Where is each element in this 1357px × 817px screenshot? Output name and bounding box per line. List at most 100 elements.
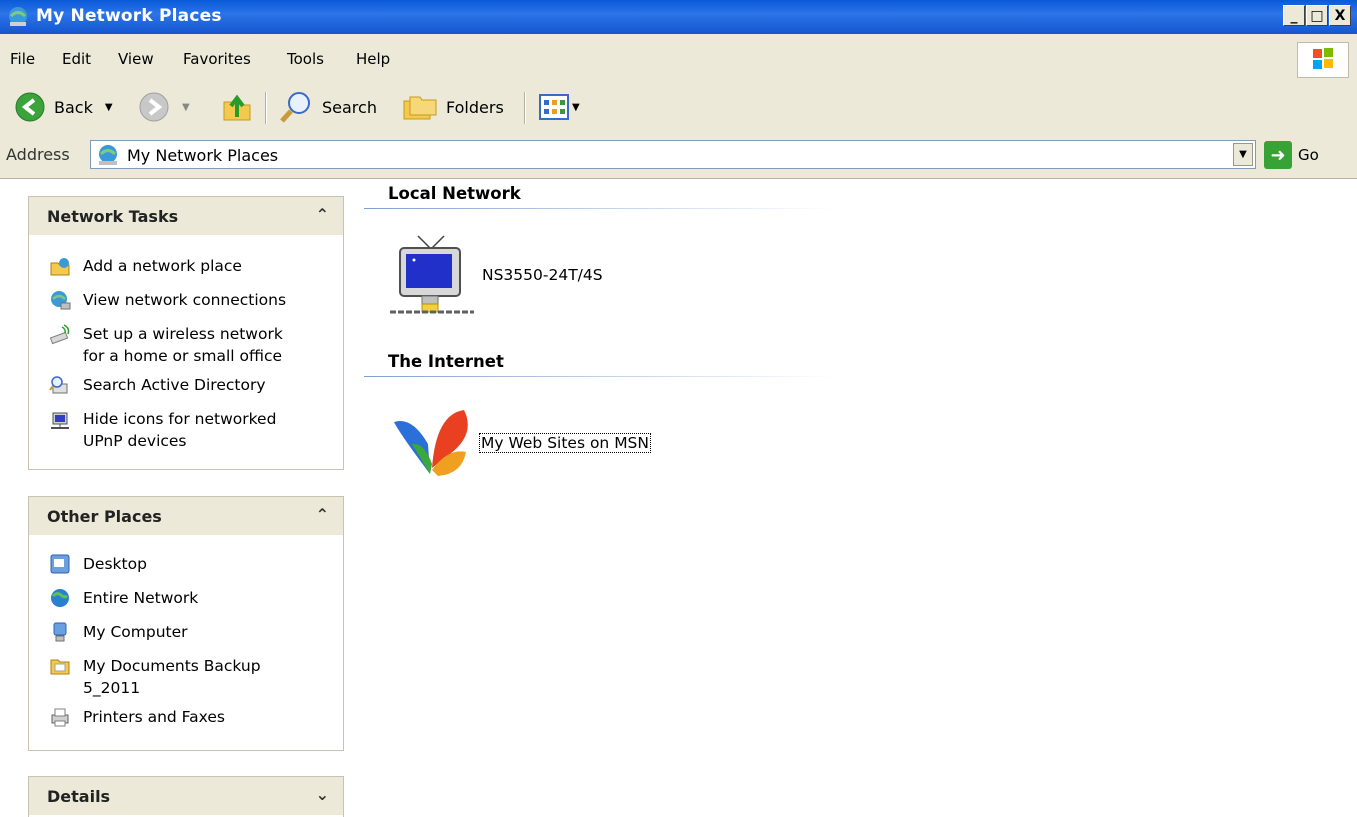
toolbar-separator — [524, 92, 526, 124]
group-divider — [364, 208, 836, 209]
place-label: My Documents Backup — [83, 657, 261, 675]
search-button[interactable]: Search — [278, 90, 377, 124]
other-places-panel: Other Places ⌃ Desktop Entire Network My… — [28, 496, 344, 751]
place-label-line2: 5_2011 — [83, 679, 141, 697]
standard-toolbar: Back ▼ ▼ Search Folders ▼ — [0, 84, 1357, 133]
views-button[interactable]: ▼ — [538, 90, 580, 124]
task-hide-upnp[interactable]: Hide icons for networked UPnP devices — [49, 408, 276, 452]
close-icon: X — [1334, 7, 1346, 24]
close-button[interactable]: X — [1329, 5, 1351, 26]
task-label: Add a network place — [83, 257, 242, 275]
network-connections-icon — [51, 291, 71, 310]
msn-butterfly-icon — [394, 410, 468, 476]
back-button[interactable]: Back ▼ — [14, 90, 113, 124]
folders-label: Folders — [446, 97, 504, 117]
up-button[interactable] — [220, 90, 254, 124]
network-places-icon — [99, 145, 117, 165]
network-tasks-panel: Network Tasks ⌃ Add a network place View… — [28, 196, 344, 470]
task-add-network-place[interactable]: Add a network place — [49, 255, 242, 277]
network-tasks-header[interactable]: Network Tasks ⌃ — [29, 197, 343, 235]
place-label: Printers and Faxes — [83, 708, 225, 726]
collapse-icon[interactable]: ⌃ — [316, 505, 329, 524]
menu-view[interactable]: View — [118, 50, 154, 68]
menu-edit[interactable]: Edit — [62, 50, 91, 68]
msn-web-sites-item[interactable] — [390, 404, 474, 484]
go-button[interactable]: ➜ Go — [1264, 141, 1319, 169]
views-dropdown-icon[interactable]: ▼ — [572, 102, 580, 113]
place-entire-network[interactable]: Entire Network — [49, 587, 198, 609]
details-header[interactable]: Details ⌄ — [29, 777, 343, 815]
address-dropdown-icon[interactable]: ▼ — [1233, 143, 1253, 166]
menu-help[interactable]: Help — [356, 50, 390, 68]
printer-icon — [51, 708, 69, 727]
minimize-icon: _ — [1290, 7, 1298, 24]
maximize-icon: □ — [1310, 7, 1324, 24]
task-label: Hide icons for networked — [83, 410, 277, 428]
task-setup-wireless[interactable]: Set up a wireless network for a home or … — [49, 323, 283, 367]
msn-web-sites-label[interactable]: My Web Sites on MSN — [479, 433, 651, 453]
menu-favorites[interactable]: Favorites — [183, 50, 251, 68]
window-title: My Network Places — [36, 6, 222, 26]
task-view-connections[interactable]: View network connections — [49, 289, 286, 311]
address-label: Address — [6, 145, 70, 164]
group-internet-title: The Internet — [388, 352, 504, 371]
menu-file[interactable]: File — [10, 50, 35, 68]
folders-icon — [403, 96, 437, 120]
network-places-icon — [9, 7, 27, 26]
go-arrow-icon: ➜ — [1264, 141, 1292, 169]
menu-tools[interactable]: Tools — [287, 50, 324, 68]
expand-icon[interactable]: ⌄ — [316, 785, 329, 804]
forward-arrow-icon — [139, 92, 169, 122]
task-label: View network connections — [83, 291, 287, 309]
forward-button[interactable]: ▼ — [138, 90, 190, 124]
address-bar: Address My Network Places ▼ ➜ Go — [0, 132, 1357, 179]
back-label: Back — [54, 97, 93, 117]
minimize-button[interactable]: _ — [1283, 5, 1305, 26]
folders-button[interactable]: Folders — [402, 90, 504, 124]
place-my-computer[interactable]: My Computer — [49, 621, 188, 643]
panel-title: Other Places — [47, 507, 162, 526]
menu-bar: File Edit View Favorites Tools Help — [0, 34, 1357, 85]
group-divider — [364, 376, 836, 377]
windows-logo — [1297, 42, 1349, 78]
place-my-documents-backup[interactable]: My Documents Backup 5_2011 — [49, 655, 261, 699]
title-bar: My Network Places _ □ X — [0, 0, 1357, 34]
views-icon — [539, 94, 569, 120]
task-label: Set up a wireless network — [83, 325, 283, 343]
folder-up-icon — [223, 94, 251, 121]
address-value: My Network Places — [127, 146, 279, 165]
panel-title: Network Tasks — [47, 207, 179, 226]
collapse-icon[interactable]: ⌃ — [316, 205, 329, 224]
group-local-network-title: Local Network — [388, 184, 521, 203]
search-icon — [280, 92, 310, 123]
go-label: Go — [1298, 146, 1319, 164]
globe-icon — [51, 589, 69, 607]
forward-dropdown-icon[interactable]: ▼ — [182, 102, 190, 113]
place-label: Desktop — [83, 555, 147, 573]
task-search-directory[interactable]: Search Active Directory — [49, 374, 266, 396]
desktop-icon — [50, 554, 70, 574]
place-desktop[interactable]: Desktop — [49, 553, 147, 575]
task-label-line2: for a home or small office — [83, 347, 283, 365]
device-label[interactable]: NS3550-24T/4S — [482, 266, 603, 284]
computer-icon — [53, 622, 67, 642]
task-label-line2: UPnP devices — [83, 432, 187, 450]
place-label: My Computer — [83, 623, 188, 641]
maximize-button[interactable]: □ — [1306, 5, 1328, 26]
other-places-header[interactable]: Other Places ⌃ — [29, 497, 343, 535]
folder-icon — [50, 659, 70, 675]
place-printers-faxes[interactable]: Printers and Faxes — [49, 706, 225, 728]
network-device-item[interactable] — [388, 232, 476, 320]
wireless-icon — [49, 324, 70, 345]
back-arrow-icon — [15, 92, 45, 122]
back-dropdown-icon[interactable]: ▼ — [105, 102, 113, 113]
panel-title: Details — [47, 787, 111, 806]
address-input[interactable]: My Network Places ▼ — [90, 140, 1256, 169]
search-directory-icon — [49, 376, 68, 394]
add-network-place-icon — [50, 258, 70, 276]
upnp-device-icon — [390, 235, 474, 314]
search-label: Search — [322, 97, 377, 117]
details-panel: Details ⌄ — [28, 776, 344, 817]
task-label: Search Active Directory — [83, 376, 266, 394]
upnp-device-icon — [51, 412, 69, 429]
